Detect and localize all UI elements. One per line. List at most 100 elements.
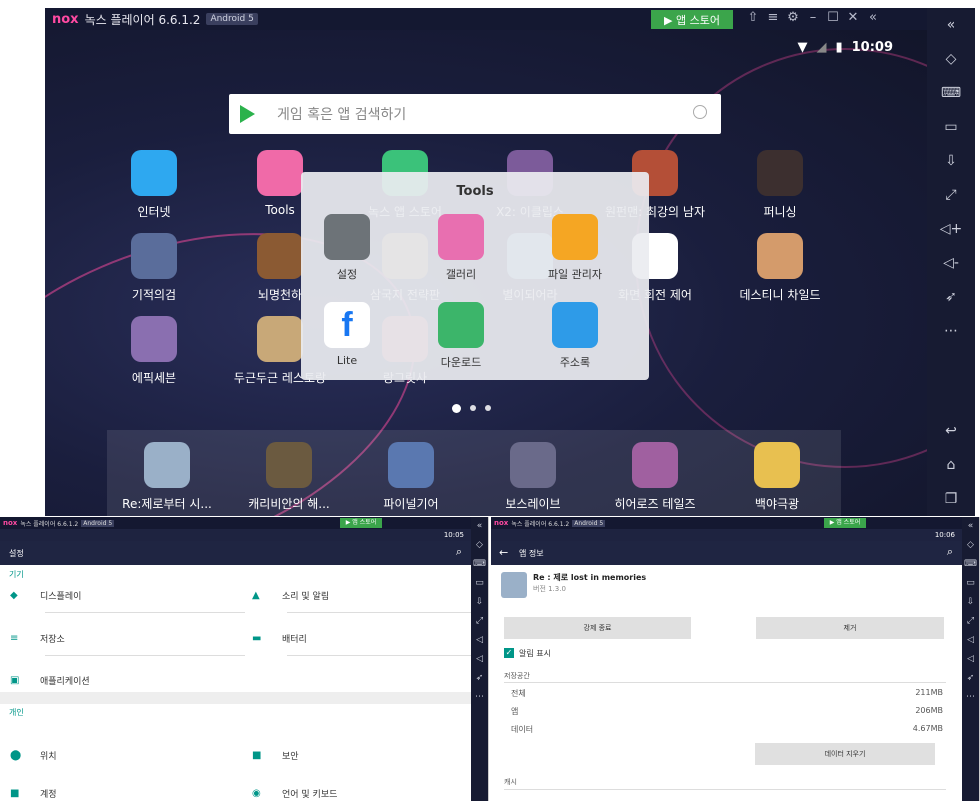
dock-app-icon[interactable]: Re:제로부터 시... bbox=[107, 442, 227, 512]
folder-app-icon[interactable]: 파일 관리자 bbox=[535, 214, 615, 282]
home-app-icon[interactable]: 기적의검 bbox=[99, 233, 209, 303]
volume-down-icon[interactable]: ◁- bbox=[927, 246, 975, 280]
import-icon[interactable]: ⇩ bbox=[927, 144, 975, 178]
settings-item[interactable]: ▣ 애플리케이션 bbox=[10, 674, 90, 687]
keyboard-icon[interactable]: ⌨ bbox=[927, 76, 975, 110]
emulator-sidebar: «◇ ⌨ ▭ ⇩ ⤢ ◁ ◁ ➶ ⋯ bbox=[962, 517, 979, 801]
screen-icon[interactable]: ▭ bbox=[927, 110, 975, 144]
folder-app-icon[interactable]: 갤러리 bbox=[421, 214, 501, 282]
settings-item[interactable]: ■ 보안 bbox=[252, 749, 299, 762]
folder-app-icon[interactable]: 설정 bbox=[307, 214, 387, 282]
app-icon: f bbox=[324, 302, 370, 348]
volume-up-icon[interactable]: ◁ bbox=[962, 631, 979, 650]
folder-app-icon[interactable]: f Lite bbox=[307, 302, 387, 367]
emulator-sidebar: « ◇ ⌨ ▭ ⇩ ⤢ ◁+ ◁- ➶ ⋯ ↩ ⌂ ❐ bbox=[927, 8, 975, 516]
volume-up-icon[interactable]: ◁ bbox=[471, 631, 488, 650]
folder-app-icon[interactable]: 주소록 bbox=[535, 302, 615, 370]
screen-icon[interactable]: ▭ bbox=[962, 574, 979, 593]
android-version-badge: Android 5 bbox=[206, 13, 258, 25]
more-icon[interactable]: ⋯ bbox=[471, 688, 488, 707]
android-version-badge: Android 5 bbox=[572, 519, 606, 527]
app-label: 파일 관리자 bbox=[547, 268, 603, 281]
app-label: 데스티니 차일드 bbox=[739, 288, 821, 302]
fullscreen-icon[interactable]: ⤢ bbox=[962, 612, 979, 631]
app-title: 녹스 플레이어 6.6.1.2 bbox=[511, 520, 570, 528]
settings-item[interactable]: ▬ 배터리 bbox=[252, 632, 307, 645]
keyboard-icon[interactable]: ⌨ bbox=[471, 555, 488, 574]
diamond-icon[interactable]: ◇ bbox=[471, 536, 488, 555]
dock-app-icon[interactable]: 백야극광 bbox=[717, 442, 837, 512]
app-store-button[interactable]: ▶ 앱 스토어 bbox=[651, 10, 733, 29]
folder-app-icon[interactable]: 다운로드 bbox=[421, 302, 501, 370]
app-store-button[interactable]: ▶ 앱 스토어 bbox=[824, 518, 866, 528]
rocket-icon[interactable]: ➶ bbox=[927, 280, 975, 314]
search-icon[interactable] bbox=[693, 105, 707, 119]
app-icon bbox=[754, 442, 800, 488]
dock-app-icon[interactable]: 캐리비안의 해... bbox=[229, 442, 349, 512]
home-app-icon[interactable]: 데스티니 차일드 bbox=[725, 233, 835, 303]
app-label: 퍼니싱 bbox=[763, 205, 797, 219]
app-icon bbox=[501, 572, 527, 598]
settings-item[interactable]: ■ 계정 bbox=[10, 787, 57, 800]
nox-logo: nox bbox=[494, 519, 509, 527]
home-app-icon[interactable]: 인터넷 bbox=[99, 150, 209, 220]
shirt-icon[interactable]: ⇧ bbox=[743, 10, 763, 25]
rocket-icon[interactable]: ➶ bbox=[962, 669, 979, 688]
setting-icon: ◉ bbox=[252, 787, 261, 799]
collapse-icon[interactable]: « bbox=[471, 517, 488, 536]
settings-item[interactable]: ▲ 소리 및 알림 bbox=[252, 589, 329, 602]
dock-app-icon[interactable]: 파이널기어 bbox=[351, 442, 471, 512]
fullscreen-icon[interactable]: ⤢ bbox=[471, 612, 488, 631]
search-icon[interactable]: ⌕ bbox=[947, 545, 953, 559]
close-icon[interactable]: ✕ bbox=[843, 10, 863, 25]
settings-item[interactable]: ◉ 언어 및 키보드 bbox=[252, 787, 337, 800]
fullscreen-icon[interactable]: ⤢ bbox=[927, 178, 975, 212]
app-label: 히어로즈 테일즈 bbox=[614, 497, 696, 511]
back-icon[interactable]: ↩ bbox=[927, 414, 975, 448]
minimize-icon[interactable]: – bbox=[803, 10, 823, 25]
recent-icon[interactable]: ❐ bbox=[927, 482, 975, 516]
rocket-icon[interactable]: ➶ bbox=[471, 669, 488, 688]
divider bbox=[287, 612, 487, 613]
search-bar[interactable]: 게임 혹은 앱 검색하기 bbox=[229, 94, 721, 134]
checkbox-checked-icon[interactable]: ✓ bbox=[504, 648, 514, 658]
collapse-icon[interactable]: « bbox=[962, 517, 979, 536]
more-icon[interactable]: ⋯ bbox=[962, 688, 979, 707]
diamond-icon[interactable]: ◇ bbox=[962, 536, 979, 555]
maximize-icon[interactable]: ☐ bbox=[823, 10, 843, 25]
menu-icon[interactable]: ≡ bbox=[763, 10, 783, 25]
screen-icon[interactable]: ▭ bbox=[471, 574, 488, 593]
setting-icon: ■ bbox=[10, 787, 20, 799]
collapse-icon[interactable]: « bbox=[863, 10, 883, 25]
keyboard-icon[interactable]: ⌨ bbox=[962, 555, 979, 574]
settings-item[interactable]: ≡ 저장소 bbox=[10, 632, 65, 645]
force-stop-button[interactable]: 강제 종료 bbox=[504, 617, 691, 639]
home-app-icon[interactable]: 에픽세븐 bbox=[99, 316, 209, 386]
settings-item[interactable]: ⬤ 위치 bbox=[10, 749, 57, 762]
remove-button[interactable]: 제거 bbox=[756, 617, 944, 639]
page-indicator[interactable] bbox=[452, 404, 491, 413]
import-icon[interactable]: ⇩ bbox=[471, 593, 488, 612]
collapse-icon[interactable]: « bbox=[927, 8, 975, 42]
dock-app-icon[interactable]: 보스레이브 bbox=[473, 442, 593, 512]
show-notifications-label: 알림 표시 bbox=[519, 649, 551, 658]
home-app-icon[interactable]: 퍼니싱 bbox=[725, 150, 835, 220]
app-label: 파이널기어 bbox=[383, 497, 439, 511]
setting-label: 계정 bbox=[40, 790, 57, 800]
volume-down-icon[interactable]: ◁ bbox=[471, 650, 488, 669]
back-arrow-icon[interactable]: ← bbox=[499, 546, 508, 559]
app-store-button[interactable]: ▶ 앱 스토어 bbox=[340, 518, 382, 528]
home-icon[interactable]: ⌂ bbox=[927, 448, 975, 482]
clear-data-button[interactable]: 데이터 지우기 bbox=[755, 743, 935, 765]
volume-up-icon[interactable]: ◁+ bbox=[927, 212, 975, 246]
more-icon[interactable]: ⋯ bbox=[927, 314, 975, 348]
diamond-icon[interactable]: ◇ bbox=[927, 42, 975, 76]
dock-app-icon[interactable]: 히어로즈 테일즈 bbox=[595, 442, 715, 512]
settings-item[interactable]: ◆ 디스플레이 bbox=[10, 589, 81, 602]
gear-icon[interactable]: ⚙ bbox=[783, 10, 803, 25]
app-title: 녹스 플레이어 6.6.1.2 bbox=[84, 12, 201, 27]
volume-down-icon[interactable]: ◁ bbox=[962, 650, 979, 669]
import-icon[interactable]: ⇩ bbox=[962, 593, 979, 612]
folder-title: Tools bbox=[456, 184, 494, 199]
search-icon[interactable]: ⌕ bbox=[456, 545, 462, 559]
